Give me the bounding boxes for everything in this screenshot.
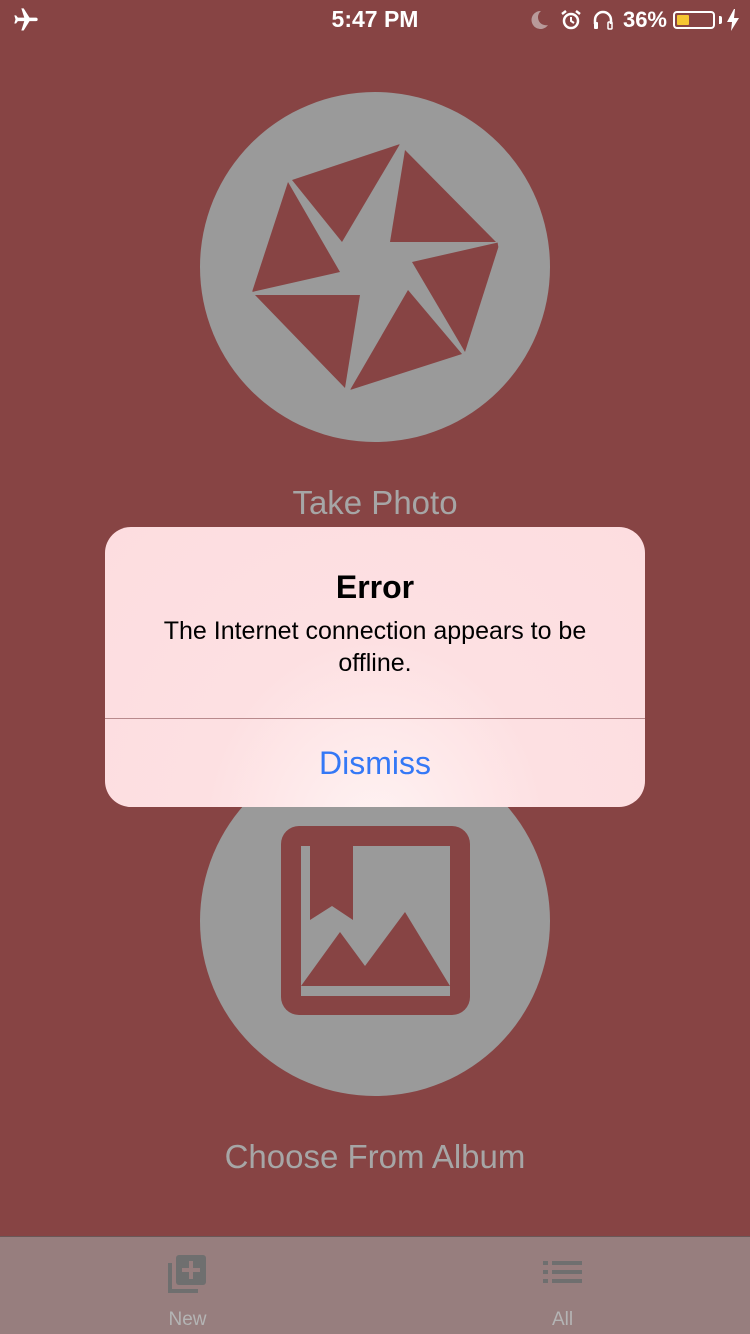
add-photo-icon: [168, 1255, 206, 1293]
alarm-icon: [561, 10, 581, 30]
take-photo-label: Take Photo: [292, 484, 458, 521]
headphones-icon: [593, 10, 613, 30]
app-screen: 5:47 PM 36% Take Photo Choose From Album…: [0, 0, 750, 1334]
error-alert-dialog: Error The Internet connection appears to…: [105, 527, 645, 807]
alert-title: Error: [335, 569, 415, 605]
take-photo-button[interactable]: [200, 92, 550, 442]
battery-icon: [673, 11, 715, 29]
tab-bar: New All: [0, 1236, 750, 1334]
alert-message: The Internet connection appears to be of…: [163, 617, 587, 677]
camera-aperture-icon: [252, 144, 500, 390]
tab-all-label: All: [551, 1309, 574, 1330]
tab-new[interactable]: New: [0, 1237, 375, 1334]
moon-icon: [531, 10, 548, 29]
choose-from-album-label: Choose From Album: [224, 1138, 526, 1175]
battery-nub: [719, 16, 722, 24]
list-icon: [543, 1261, 582, 1283]
dismiss-button[interactable]: Dismiss: [105, 719, 645, 807]
tab-new-label: New: [168, 1309, 207, 1330]
battery-percent: 36%: [622, 7, 667, 32]
tab-all[interactable]: All: [375, 1237, 750, 1334]
status-right-group: 36%: [527, 6, 740, 34]
battery-fill: [677, 15, 689, 25]
charging-bolt-icon: [727, 9, 739, 31]
status-bar: 5:47 PM 36%: [0, 0, 750, 40]
